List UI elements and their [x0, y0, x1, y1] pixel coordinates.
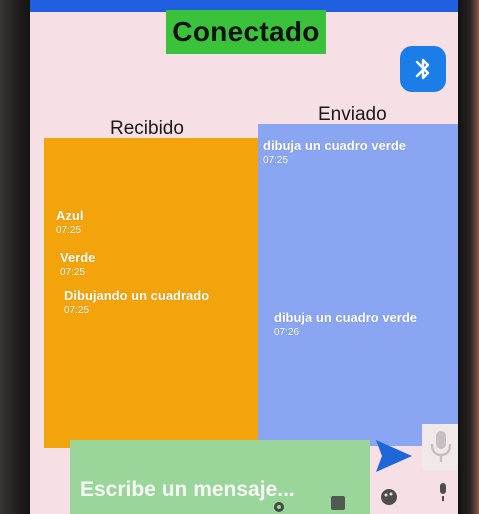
bluetooth-icon	[415, 58, 430, 80]
message-text: dibuja un cuadro verde	[274, 310, 418, 325]
bluetooth-button[interactable]	[400, 46, 446, 92]
sent-message: dibuja un cuadro verde 07:26	[274, 310, 417, 338]
microphone-button[interactable]	[422, 424, 460, 470]
connection-status-label: Conectado	[172, 16, 320, 47]
sent-message: dibuja un cuadro verde 07:25	[263, 138, 406, 166]
message-time: 07:25	[60, 267, 86, 278]
message-text: Verde	[60, 250, 96, 265]
message-time: 07:25	[263, 155, 289, 166]
connection-status: Conectado	[166, 10, 326, 54]
received-messages-panel: Azul 07:25 Verde 07:25 Dibujando un cuad…	[44, 138, 276, 448]
message-time: 07:26	[274, 327, 300, 338]
keyboard-mic-icon	[440, 483, 446, 501]
settings-gear-icon	[274, 502, 284, 512]
message-time: 07:25	[64, 305, 90, 316]
translate-icon	[331, 496, 345, 510]
message-input[interactable]	[70, 478, 370, 514]
phone-bezel-right	[458, 0, 479, 514]
message-composer	[70, 440, 370, 514]
sent-column-title: Enviado	[318, 104, 387, 125]
message-time: 07:25	[56, 225, 82, 236]
message-text: Dibujando un cuadrado	[64, 288, 210, 303]
phone-bezel-left	[0, 0, 34, 514]
received-message: Dibujando un cuadrado 07:25	[64, 288, 209, 316]
received-column-title: Recibido	[110, 118, 184, 139]
send-button[interactable]	[372, 434, 416, 478]
sent-messages-panel: dibuja un cuadro verde 07:25 dibuja un c…	[258, 124, 460, 446]
app-screen: Conectado Recibido Enviado Azul 07:25 Ve…	[30, 0, 460, 514]
microphone-icon	[430, 431, 452, 462]
message-text: dibuja un cuadro verde	[263, 138, 407, 153]
palette-icon	[381, 489, 397, 505]
received-message: Azul 07:25	[56, 208, 83, 236]
message-text: Azul	[56, 208, 84, 223]
received-message: Verde 07:25	[60, 250, 95, 278]
send-icon	[376, 440, 412, 472]
